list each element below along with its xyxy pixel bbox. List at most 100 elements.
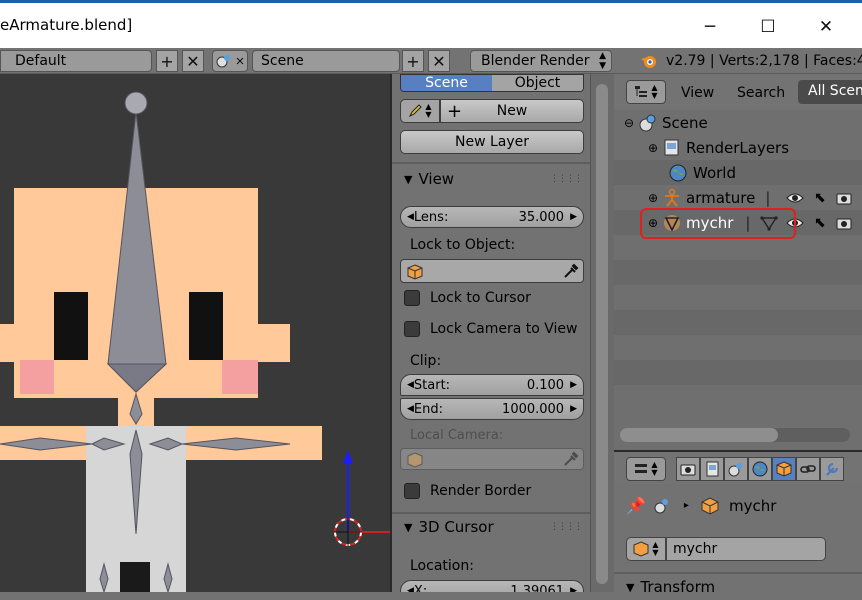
render-camera-icon[interactable]	[836, 216, 852, 230]
scene-icon	[216, 55, 244, 68]
3d-cursor-section-label: 3D Cursor	[418, 518, 494, 536]
location-label: Location:	[410, 558, 474, 574]
add-scene-button[interactable]: +	[402, 50, 424, 72]
outliner-tree: ⊖ Scene ⊕ RenderLayers World ⊕ armature …	[614, 110, 862, 450]
object-cube-icon	[701, 496, 719, 515]
checkbox-box[interactable]	[404, 290, 420, 306]
lock-camera-to-view-checkbox[interactable]: Lock Camera to View	[404, 321, 578, 337]
lens-label: Lens:	[413, 209, 449, 225]
scrollbar-thumb[interactable]	[620, 428, 778, 442]
transform-section-header[interactable]: ▼ Transform	[614, 574, 862, 600]
outliner-item-armature[interactable]: ⊕ armature | ⬉	[614, 185, 862, 210]
modifiers-tab-wrench-icon[interactable]	[820, 457, 844, 481]
outliner-horizontal-scrollbar[interactable]	[620, 428, 850, 442]
object-name-field[interactable]: mychr	[666, 537, 826, 561]
character-eye-left	[54, 292, 88, 360]
grease-pencil-selector[interactable]: ▲ ▼	[400, 99, 440, 123]
z-axis-arrow	[343, 450, 353, 464]
local-camera-field	[400, 448, 584, 470]
scene-selector-icon[interactable]	[212, 50, 248, 72]
scene-field[interactable]: Scene	[252, 50, 400, 72]
selectable-cursor-icon[interactable]: ⬉	[814, 215, 826, 231]
maximize-button[interactable]: ☐	[748, 13, 788, 41]
lens-value: 35.000	[518, 209, 565, 225]
render-border-label: Render Border	[430, 483, 532, 499]
outliner-display-mode-select[interactable]: All Scen	[798, 80, 862, 104]
new-grease-pencil-button[interactable]: + New	[440, 99, 584, 123]
lock-object-field[interactable]	[400, 259, 584, 283]
visibility-eye-icon[interactable]	[786, 191, 804, 205]
tab-object[interactable]: Object	[492, 75, 583, 91]
view-section-label: View	[418, 170, 455, 188]
outliner-search-menu[interactable]: Search	[737, 85, 785, 101]
decrement-arrow-icon: ◀	[407, 586, 414, 592]
pencil-icon	[409, 104, 423, 118]
head-bone-joint	[124, 91, 148, 115]
scrollbar-thumb[interactable]	[596, 84, 608, 584]
object-browse-button[interactable]: ▲ ▼	[626, 537, 666, 561]
eyedropper-icon[interactable]	[563, 263, 579, 279]
character-leg-gap	[120, 562, 150, 592]
outliner-item-label: armature	[686, 188, 756, 207]
render-border-checkbox[interactable]: Render Border	[404, 483, 531, 499]
object-tab-icon[interactable]	[772, 457, 796, 481]
window-title: eArmature.blend]	[0, 16, 133, 34]
render-camera-icon[interactable]	[836, 191, 852, 205]
checkbox-box[interactable]	[404, 321, 420, 337]
plus-icon: +	[447, 100, 463, 122]
outliner-item-renderlayers[interactable]: ⊕ RenderLayers	[614, 135, 862, 160]
cursor-x-label: X:	[413, 583, 428, 593]
dropdown-arrows-icon: ▲ ▼	[425, 102, 432, 119]
scene-tab-icon[interactable]	[724, 457, 748, 481]
editor-type-button[interactable]: ▲ ▼	[626, 457, 666, 481]
world-tab-icon[interactable]	[748, 457, 772, 481]
outliner-item-scene[interactable]: ⊖ Scene	[614, 110, 862, 135]
view-section-header[interactable]: ▼ View ⋮⋮⋮⋮	[392, 166, 590, 192]
increment-arrow-icon: ▶	[570, 404, 577, 414]
delete-screen-button[interactable]: ✕	[182, 50, 204, 72]
selectable-cursor-icon[interactable]: ⬉	[814, 190, 826, 206]
character-ear-right	[258, 324, 290, 362]
cursor-x-field[interactable]: ◀ X: 1.39061 ▶	[400, 580, 584, 592]
close-button[interactable]: ✕	[806, 13, 846, 41]
object-cube-icon	[407, 264, 423, 280]
blender-logo-icon	[640, 53, 658, 73]
increment-arrow-icon: ▶	[570, 212, 577, 222]
minimize-button[interactable]: ─	[690, 13, 730, 41]
delete-scene-button[interactable]: ✕	[428, 50, 450, 72]
scene-icon	[639, 114, 656, 131]
editor-type-button[interactable]: ▲ ▼	[626, 80, 666, 104]
render-engine-select[interactable]: Blender Render ▲ ▼	[470, 50, 612, 72]
clip-end-field[interactable]: ◀ End: 1000.000 ▶	[400, 398, 584, 420]
decrement-arrow-icon: ◀	[407, 212, 414, 222]
scene-stats: v2.79 | Verts:2,178 | Faces:4,1	[666, 53, 862, 69]
collapse-arrow-icon: ▼	[404, 172, 413, 186]
panel-grip-icon: ⋮⋮⋮⋮	[550, 522, 583, 532]
outliner-view-menu[interactable]: View	[681, 85, 714, 101]
checkbox-box[interactable]	[404, 483, 420, 499]
render-tab-camera-icon[interactable]	[676, 457, 700, 481]
outliner-item-world[interactable]: World	[614, 160, 862, 185]
tab-scene[interactable]: Scene	[401, 75, 492, 91]
expand-toggle-icon[interactable]: ⊕	[644, 189, 662, 207]
character-eye-right	[189, 292, 223, 360]
properties-region-scrollbar[interactable]	[590, 74, 614, 592]
expand-toggle-icon[interactable]: ⊕	[644, 139, 662, 157]
3d-cursor-section-header[interactable]: ▼ 3D Cursor ⋮⋮⋮⋮	[392, 514, 590, 540]
lock-to-cursor-checkbox[interactable]: Lock to Cursor	[404, 290, 531, 306]
lens-field[interactable]: ◀ Lens: 35.000 ▶	[400, 206, 584, 228]
collapse-toggle-icon[interactable]: ⊖	[620, 114, 638, 132]
pin-icon[interactable]: 📌	[626, 496, 646, 515]
new-layer-button[interactable]: New Layer	[400, 130, 584, 154]
viewport-scene	[0, 91, 390, 592]
outliner-icon	[635, 86, 648, 97]
increment-arrow-icon: ▶	[570, 380, 577, 390]
constraints-tab-icon[interactable]	[796, 457, 820, 481]
screen-layout-field[interactable]: Default	[0, 50, 152, 72]
character-cheek-left	[20, 360, 54, 394]
outliner-item-label: RenderLayers	[686, 138, 790, 157]
render-layers-tab-icon[interactable]	[700, 457, 724, 481]
clip-start-field[interactable]: ◀ Start: 0.100 ▶	[400, 374, 584, 396]
3d-viewport[interactable]	[0, 74, 390, 592]
add-screen-button[interactable]: +	[156, 50, 178, 72]
